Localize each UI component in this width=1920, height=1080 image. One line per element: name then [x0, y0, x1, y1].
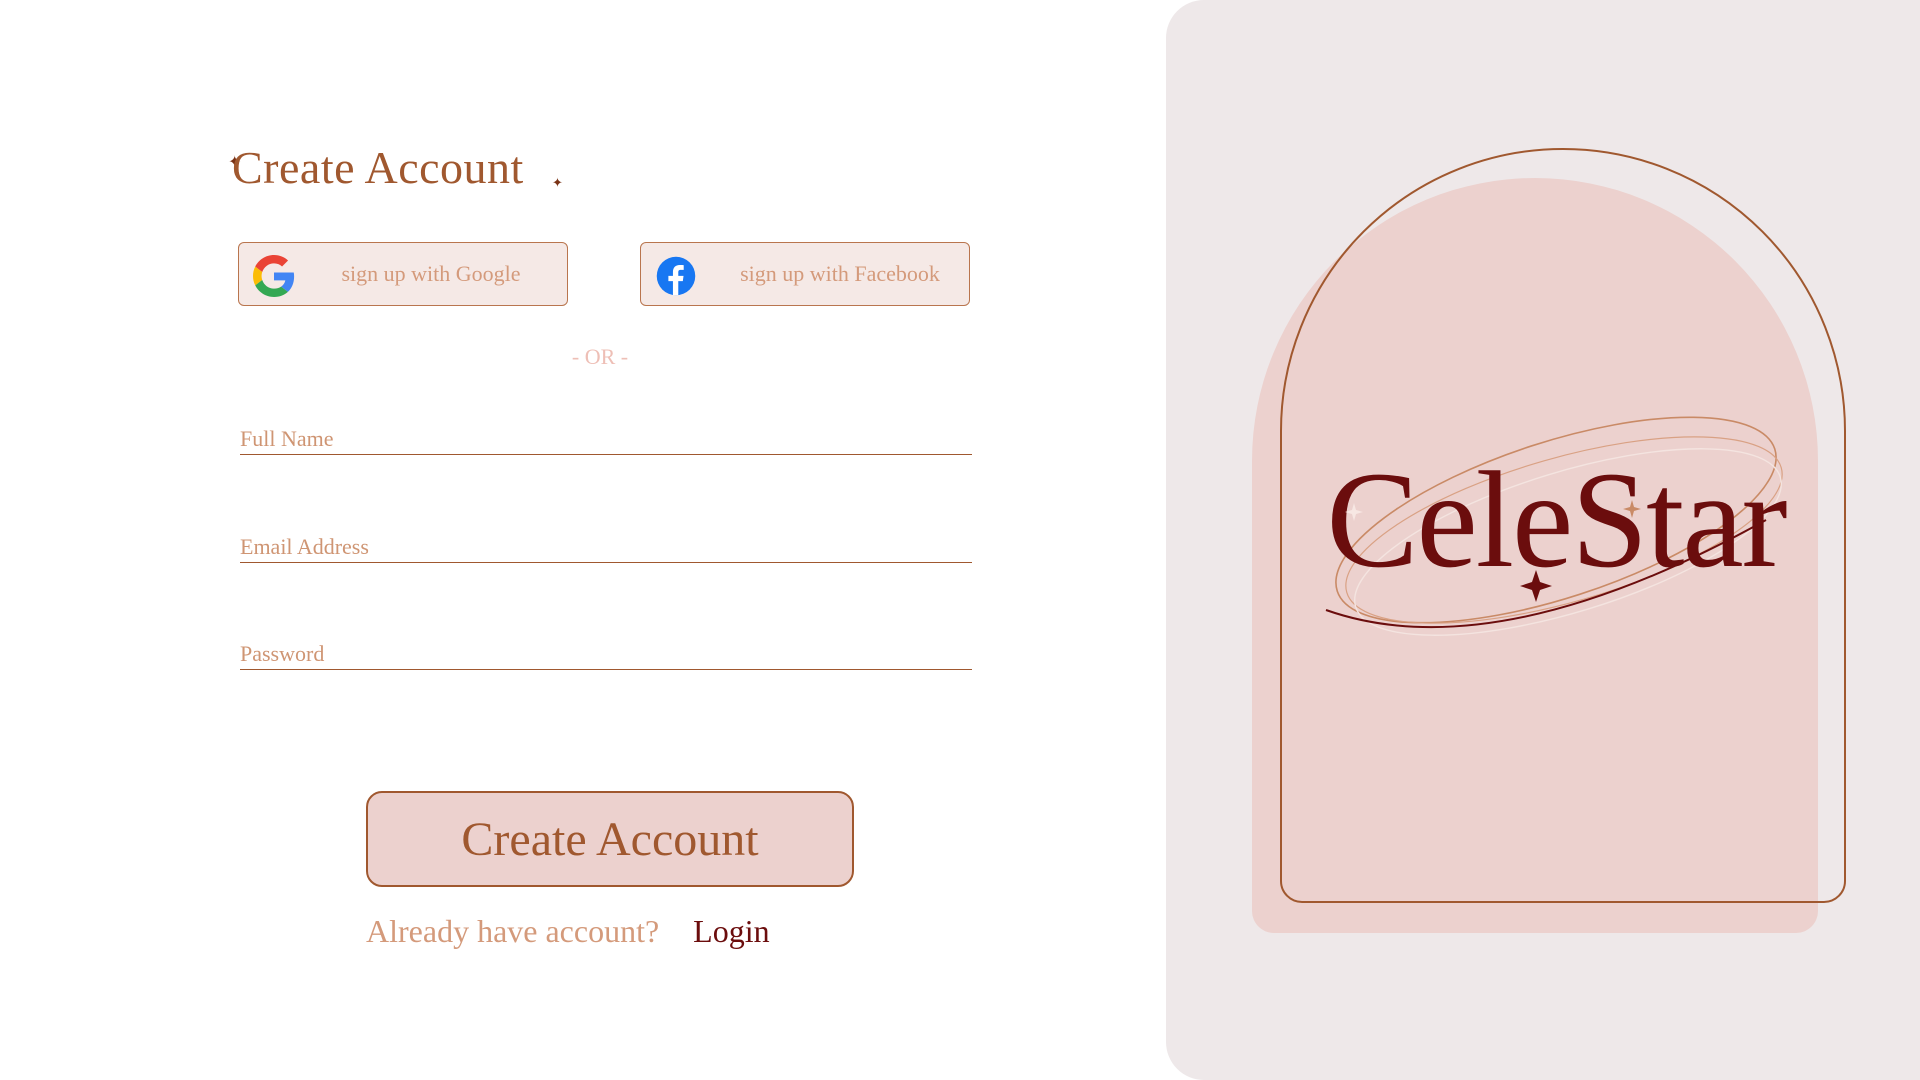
form-title: Create Account — [232, 142, 524, 193]
password-field — [240, 625, 972, 670]
facebook-signup-label: sign up with Facebook — [740, 261, 940, 286]
sparkle-icon: ✦ — [552, 176, 563, 191]
full-name-input[interactable] — [240, 410, 972, 454]
full-name-field — [240, 410, 972, 455]
celestar-logo: CeleStar — [1325, 416, 1789, 636]
or-divider: - OR - — [571, 344, 629, 369]
login-prompt-row: Already have account? Login — [366, 913, 770, 950]
login-link[interactable]: Login — [693, 913, 769, 949]
brand-wordmark: CeleStar — [1326, 443, 1786, 596]
create-account-button[interactable]: Create Account — [366, 791, 854, 887]
email-field — [240, 518, 972, 563]
google-signup-button[interactable]: sign up with Google — [238, 242, 568, 306]
login-prompt-text: Already have account? — [366, 913, 660, 949]
brand-panel: CeleStar — [1166, 0, 1920, 1080]
signup-page: ✦ Create Account ✦ sign up with Google s… — [0, 0, 1920, 1080]
email-input[interactable] — [240, 518, 972, 562]
facebook-signup-button[interactable]: sign up with Facebook — [640, 242, 970, 306]
password-input[interactable] — [240, 625, 972, 669]
google-signup-label: sign up with Google — [341, 261, 521, 286]
